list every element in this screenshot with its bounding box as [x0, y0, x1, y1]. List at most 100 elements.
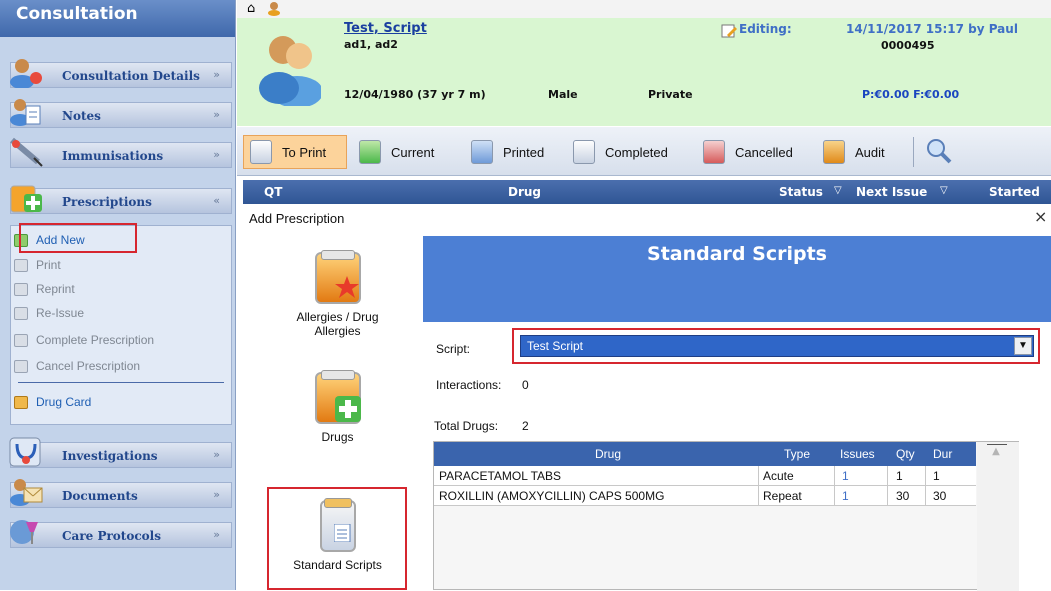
search-icon[interactable] — [925, 137, 953, 168]
col-dur[interactable]: Dur — [933, 447, 952, 461]
section-label: Notes — [62, 109, 101, 123]
filter-icon[interactable]: ▽ — [834, 185, 842, 196]
chevron-down-icon[interactable]: » — [213, 108, 220, 121]
quick-access-strip: ⌂ — [237, 0, 1051, 18]
prescription-toolbar: To Print Current Printed Completed Cance… — [237, 127, 1051, 176]
chevron-down-icon[interactable]: » — [213, 148, 220, 161]
col-issues[interactable]: Issues — [840, 447, 875, 461]
cancel-prescription-link[interactable]: Cancel Prescription — [14, 357, 140, 375]
script-select-highlight — [512, 328, 1040, 364]
col-drug[interactable]: Drug — [595, 447, 621, 461]
section-notes[interactable]: Notes » — [0, 96, 236, 130]
editing-info: 14/11/2017 15:17 by Paul — [846, 22, 1018, 36]
prescription-bottle-icon — [8, 182, 44, 214]
section-label: Prescriptions — [62, 195, 152, 209]
drug-card-icon — [14, 395, 28, 409]
table-row[interactable]: ROXILLIN (AMOXYCILLIN) CAPS 500MG Repeat… — [434, 486, 976, 506]
total-drugs-value: 2 — [522, 419, 529, 433]
col-type[interactable]: Type — [784, 447, 810, 461]
stethoscope-icon — [8, 436, 44, 468]
section-investigations[interactable]: Investigations » — [0, 436, 236, 470]
patient-name-link[interactable]: Test, Script — [344, 21, 427, 36]
editing-label: Editing: — [739, 22, 792, 36]
chevron-down-icon[interactable]: » — [213, 488, 220, 501]
complete-icon — [14, 333, 28, 347]
reissue-icon — [14, 306, 28, 320]
current-icon — [359, 140, 381, 164]
printer-icon — [14, 282, 28, 296]
table-row[interactable]: PARACETAMOL TABS Acute 1 1 1 — [434, 466, 976, 486]
table-scrollbar[interactable]: ▲ — [977, 442, 1019, 591]
allergy-bottle-icon — [314, 250, 361, 304]
divider — [18, 382, 224, 383]
tab-to-print[interactable]: To Print — [243, 135, 347, 169]
tab-current[interactable]: Current — [359, 135, 434, 169]
patient-dob: 12/04/1980 (37 yr 7 m) — [344, 88, 486, 101]
total-drugs-label: Total Drugs: — [434, 419, 499, 433]
printer-icon — [14, 258, 28, 272]
patient-sex: Male — [548, 88, 578, 101]
chevron-up-icon[interactable]: « — [213, 194, 220, 207]
audit-icon — [823, 140, 845, 164]
section-consultation-details[interactable]: Consultation Details » — [0, 56, 236, 90]
chevron-down-icon[interactable]: » — [213, 68, 220, 81]
col-next-issue[interactable]: Next Issue — [856, 185, 927, 199]
scroll-up-icon[interactable]: ▲ — [987, 446, 1005, 460]
patient-avatar-icon — [257, 30, 323, 109]
section-documents[interactable]: Documents » — [0, 476, 236, 510]
standard-scripts-banner: Standard Scripts — [423, 236, 1051, 322]
patient-search-icon[interactable] — [267, 0, 283, 19]
standard-scripts-highlight — [267, 487, 407, 590]
option-drugs[interactable]: Drugs — [255, 370, 420, 444]
cancel-icon — [14, 359, 28, 373]
tab-completed[interactable]: Completed — [573, 135, 668, 169]
section-label: Care Protocols — [62, 529, 161, 543]
cancelled-icon — [703, 140, 725, 164]
reprint-link[interactable]: Reprint — [14, 280, 75, 298]
printer-icon — [250, 140, 272, 164]
drug-card-link[interactable]: Drug Card — [14, 393, 91, 411]
tab-printed[interactable]: Printed — [471, 135, 544, 169]
chevron-down-icon[interactable]: » — [213, 448, 220, 461]
interactions-label: Interactions: — [436, 378, 502, 392]
section-label: Consultation Details — [62, 69, 200, 83]
complete-prescription-link[interactable]: Complete Prescription — [14, 331, 154, 349]
filter-icon[interactable]: ▽ — [940, 185, 948, 196]
chevron-down-icon[interactable]: » — [213, 528, 220, 541]
completed-icon — [573, 140, 595, 164]
tab-audit[interactable]: Audit — [823, 135, 885, 169]
col-qty[interactable]: Qty — [896, 447, 915, 461]
close-icon[interactable]: × — [1034, 207, 1047, 226]
patient-header: Test, Script ad1, ad2 12/04/1980 (37 yr … — [237, 18, 1051, 126]
add-new-highlight — [19, 223, 137, 253]
syringe-icon — [8, 136, 44, 168]
toolbar-divider — [913, 137, 914, 167]
section-immunisations[interactable]: Immunisations » — [0, 136, 236, 170]
home-icon[interactable]: ⌂ — [247, 1, 255, 16]
table-header: Drug Type Issues Qty Dur — [434, 442, 976, 466]
script-label: Script: — [436, 342, 471, 356]
section-prescriptions[interactable]: Prescriptions « — [0, 182, 236, 216]
print-link[interactable]: Print — [14, 256, 61, 274]
documents-icon — [8, 476, 44, 508]
patient-balance: P:€0.00 F:€0.00 — [862, 88, 960, 101]
notes-icon — [8, 96, 44, 128]
section-label: Investigations — [62, 449, 158, 463]
printed-icon — [471, 140, 493, 164]
drug-add-icon — [314, 370, 361, 424]
sidebar-title: Consultation — [0, 0, 235, 37]
section-care-protocols[interactable]: Care Protocols » — [0, 516, 236, 550]
option-allergies[interactable]: Allergies / Drug Allergies — [255, 250, 420, 338]
col-qt[interactable]: QT — [264, 185, 282, 199]
patient-address: ad1, ad2 — [344, 38, 398, 51]
dialog-title: Add Prescription — [249, 211, 345, 226]
col-started[interactable]: Started — [989, 185, 1040, 199]
section-label: Immunisations — [62, 149, 164, 163]
consultation-details-icon — [8, 56, 44, 89]
tab-cancelled[interactable]: Cancelled — [703, 135, 793, 169]
consultation-sidebar: Consultation Consultation Details » Note… — [0, 0, 236, 590]
col-drug[interactable]: Drug — [508, 185, 541, 199]
col-status[interactable]: Status — [779, 185, 823, 199]
reissue-link[interactable]: Re-Issue — [14, 304, 84, 322]
prescription-grid-header: QT Drug Status ▽ Next Issue ▽ Started — [243, 180, 1051, 204]
